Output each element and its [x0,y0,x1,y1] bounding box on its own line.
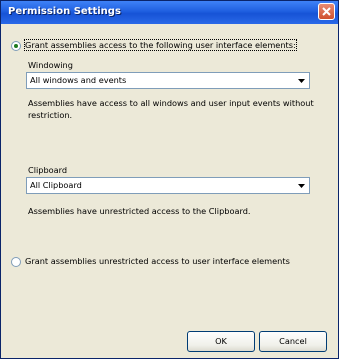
clipboard-label: Clipboard [28,165,68,175]
unrestricted-access-radio[interactable] [11,257,21,267]
windowing-select[interactable]: All windows and events [26,72,310,89]
windowing-selected-value: All windows and events [30,75,127,85]
ok-button[interactable]: OK [187,331,255,352]
windowing-description: Assemblies have access to all windows an… [28,98,314,120]
close-icon [322,7,331,16]
close-button[interactable] [318,3,335,20]
chevron-down-icon[interactable] [294,178,309,193]
unrestricted-access-label[interactable]: Grant assemblies unrestricted access to … [25,256,290,266]
cancel-button[interactable]: Cancel [259,331,327,352]
restricted-access-radio[interactable] [11,41,21,51]
restricted-access-label[interactable]: Grant assemblies access to the following… [24,39,297,51]
clipboard-selected-value: All Clipboard [30,180,82,190]
permission-settings-dialog: Permission Settings Grant assemblies acc… [0,0,339,359]
windowing-label: Windowing [28,60,73,70]
clipboard-select[interactable]: All Clipboard [26,177,310,194]
clipboard-description: Assemblies have unrestricted access to t… [28,206,251,216]
dialog-title: Permission Settings [8,6,121,17]
chevron-down-icon[interactable] [294,73,309,88]
title-bar[interactable]: Permission Settings [1,1,338,24]
